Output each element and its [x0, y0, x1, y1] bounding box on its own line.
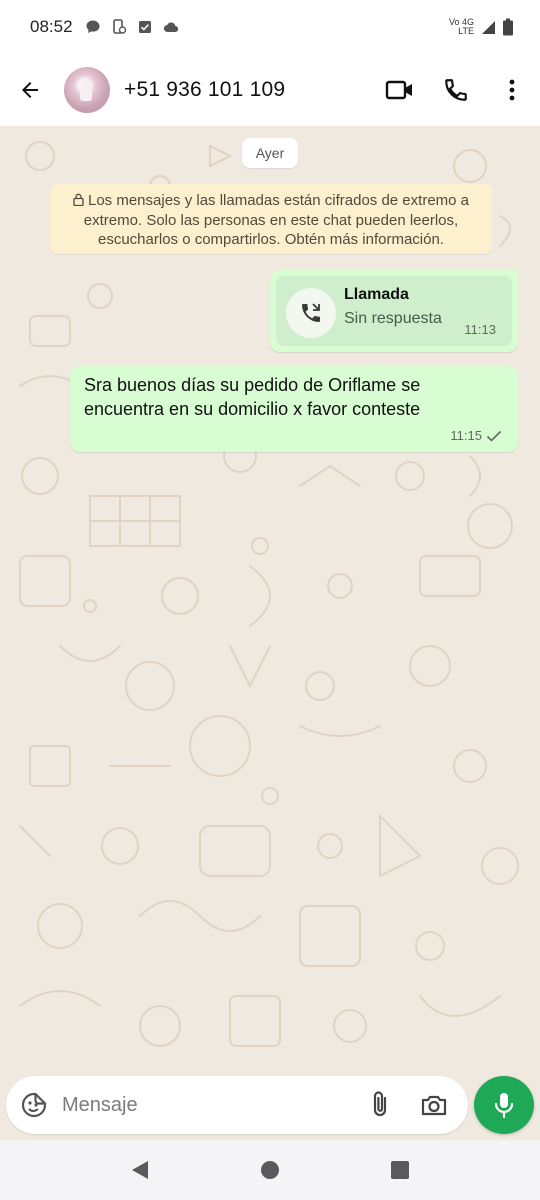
- more-vert-icon: [509, 79, 515, 101]
- video-call-icon: [385, 80, 412, 100]
- home-circle-icon: [261, 1161, 279, 1179]
- call-card[interactable]: Llamada Sin respuesta 11:13: [276, 276, 512, 346]
- cloud-icon: [163, 22, 178, 33]
- more-options-button[interactable]: [484, 54, 540, 126]
- status-time: 08:52: [30, 17, 73, 36]
- avatar[interactable]: [64, 67, 110, 113]
- sent-check-icon: [486, 430, 502, 442]
- call-icon-container: [286, 288, 336, 338]
- call-status: Sin respuesta: [344, 310, 442, 327]
- phone-settings-icon: [112, 19, 126, 34]
- recents-square-icon: [391, 1161, 409, 1179]
- date-chip: Ayer: [242, 138, 298, 168]
- composer-pill: Mensaje: [6, 1076, 468, 1134]
- contact-name[interactable]: +51 936 101 109: [124, 78, 285, 102]
- paperclip-icon: [373, 1091, 387, 1117]
- message-text: Sra buenos días su pedido de Oriflame se…: [84, 375, 421, 419]
- back-button[interactable]: [0, 54, 60, 126]
- voice-call-button[interactable]: [428, 54, 484, 126]
- video-call-button[interactable]: [372, 54, 428, 126]
- mic-button[interactable]: [474, 1076, 534, 1134]
- camera-button[interactable]: [404, 1076, 464, 1134]
- message-time: 11:15: [450, 428, 482, 443]
- composer-bar: Mensaje: [0, 1076, 540, 1140]
- chat-area[interactable]: Ayer Los mensajes y las llamadas están c…: [0, 126, 540, 1076]
- header-actions: [372, 54, 540, 126]
- status-bar: 08:52 Vo 4G LTE: [0, 0, 540, 54]
- status-notification-icons: [85, 19, 179, 35]
- system-nav-bar: [0, 1140, 540, 1200]
- call-title: Llamada: [344, 286, 409, 303]
- back-arrow-icon: [22, 82, 38, 98]
- sticker-button[interactable]: [6, 1076, 62, 1134]
- message-meta: 11:15: [450, 428, 502, 443]
- back-triangle-icon: [132, 1161, 148, 1179]
- attach-button[interactable]: [356, 1076, 404, 1134]
- signal-icon: [482, 21, 495, 34]
- chat-header: +51 936 101 109: [0, 54, 540, 126]
- lock-icon: [73, 193, 84, 206]
- wallpaper-doodles: [19, 141, 519, 1047]
- nav-home-button[interactable]: [205, 1140, 335, 1200]
- network-label: Vo 4G LTE: [449, 18, 474, 36]
- status-right: Vo 4G LTE: [449, 18, 514, 36]
- encryption-notice-text: Los mensajes y las llamadas están cifrad…: [83, 192, 470, 248]
- nav-back-button[interactable]: [75, 1140, 205, 1200]
- sticker-icon: [21, 1092, 47, 1118]
- network-bottom: LTE: [458, 26, 474, 36]
- encryption-notice[interactable]: Los mensajes y las llamadas están cifrad…: [50, 184, 492, 254]
- voice-call-icon: [445, 79, 467, 101]
- nav-recents-button[interactable]: [335, 1140, 465, 1200]
- message-input[interactable]: Mensaje: [62, 1094, 352, 1117]
- text-message-bubble[interactable]: Sra buenos días su pedido de Oriflame se…: [70, 366, 518, 452]
- mic-icon: [494, 1093, 514, 1119]
- call-message-bubble[interactable]: Llamada Sin respuesta 11:13: [270, 270, 518, 352]
- chat-bubble-icon: [86, 20, 100, 33]
- battery-icon: [503, 18, 513, 36]
- checkbox-icon: [138, 21, 151, 33]
- missed-outgoing-call-icon: [302, 303, 320, 322]
- call-time: 11:13: [464, 322, 496, 337]
- camera-icon: [421, 1095, 447, 1116]
